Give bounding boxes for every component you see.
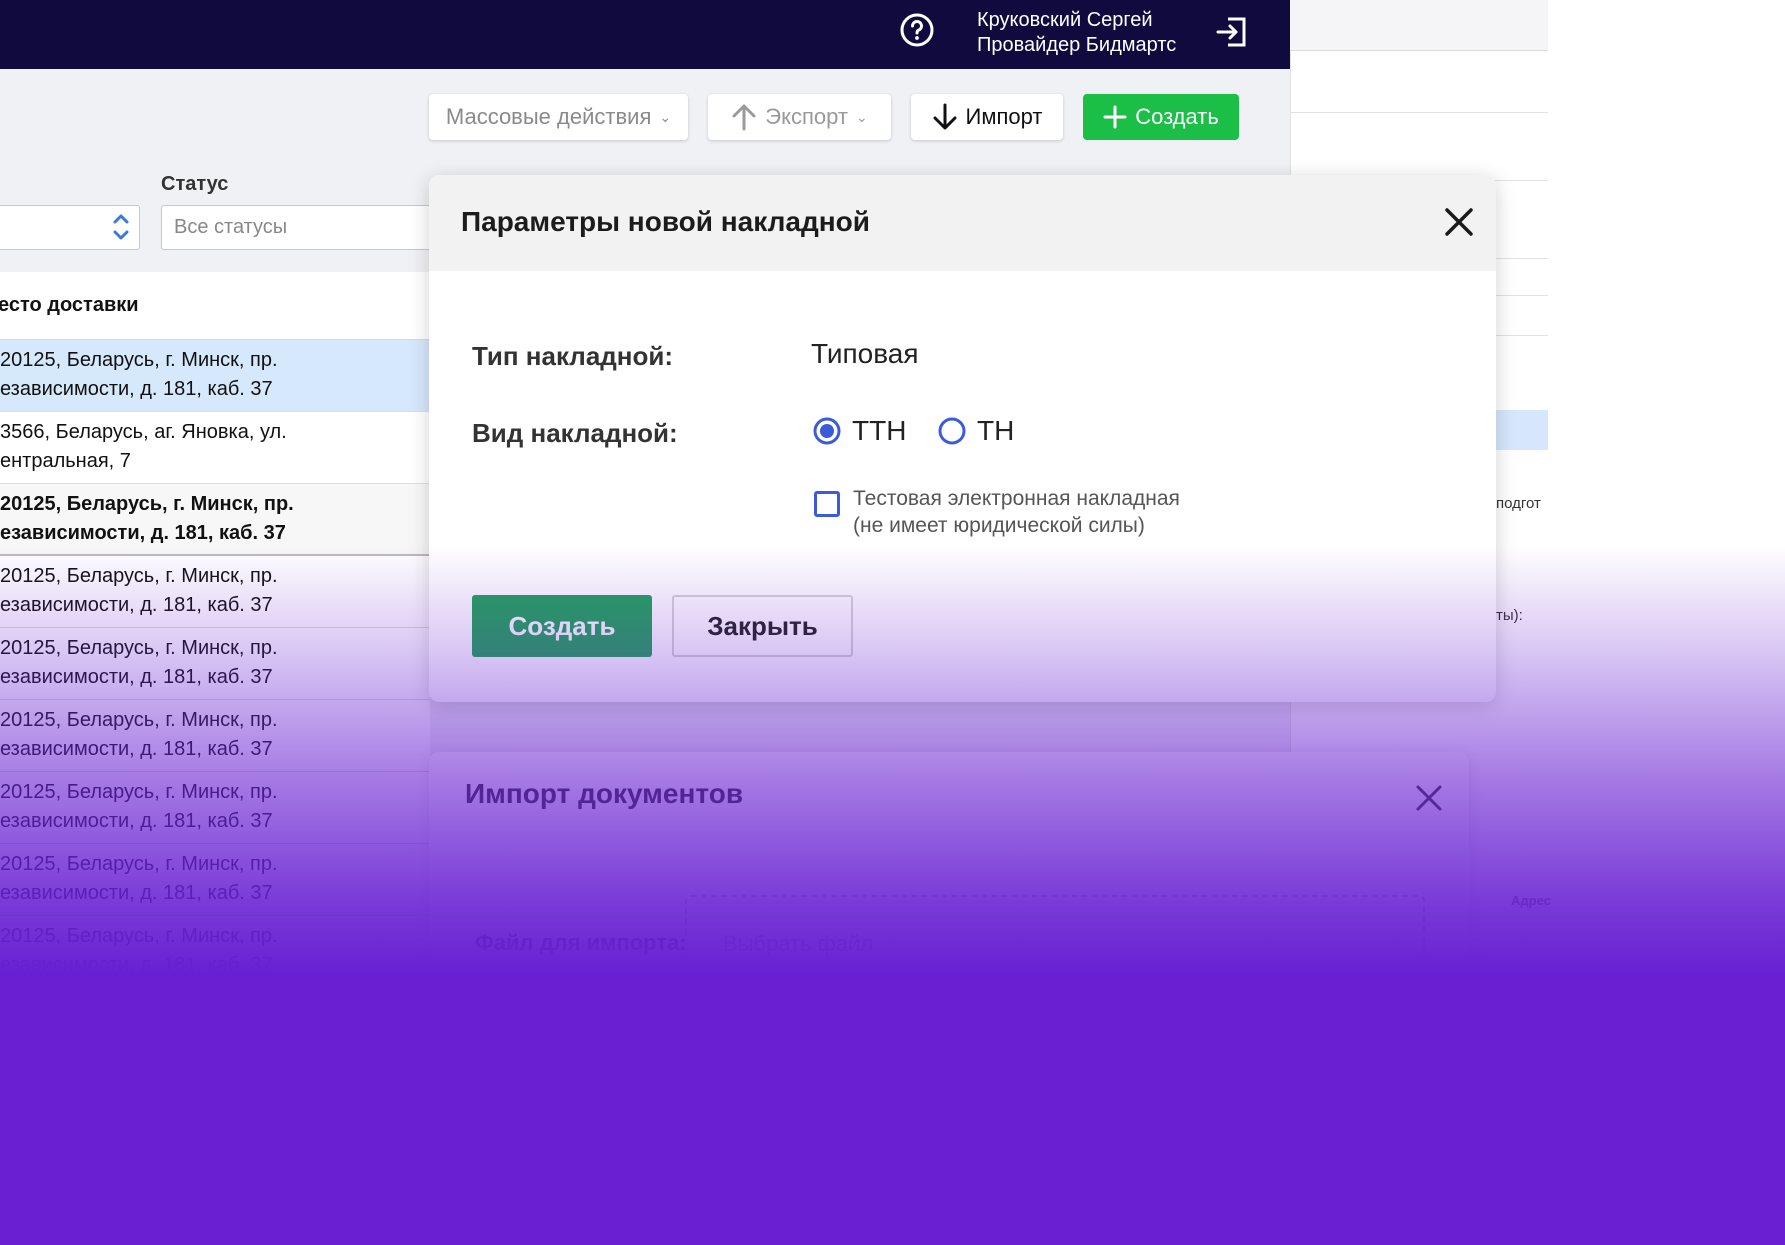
table-header: есто доставки	[0, 272, 430, 340]
divider	[1291, 112, 1549, 113]
cell-line: 20125, Беларусь, г. Минск, пр.	[0, 637, 278, 659]
export-button[interactable]: Экспорт ⌄	[708, 94, 891, 140]
plus-icon	[1103, 105, 1127, 129]
cell-line: езависимости, д. 181, каб. 37	[0, 738, 273, 760]
mass-actions-label: Массовые действия	[445, 104, 652, 129]
chevron-down-icon: ⌄	[659, 108, 672, 125]
cell-line: 3566, Беларусь, аг. Яновка, ул.	[0, 421, 287, 443]
file-placeholder: Выбрать файл	[723, 931, 874, 956]
cell-line: 20125, Беларусь, г. Минск, пр.	[0, 565, 278, 587]
table-row[interactable]: 3566, Беларусь, аг. Яновка, ул. ентральн…	[0, 412, 430, 484]
invoice-type-label: Тип накладной:	[472, 341, 674, 371]
file-dropzone[interactable]: Выбрать файл	[685, 895, 1425, 985]
top-bar: Круковский Сергей Провайдер Бидмартс	[0, 0, 1290, 69]
right-panel-header	[1290, 0, 1548, 51]
import-modal-title: Импорт документов	[465, 778, 744, 809]
status-filter-label: Статус	[161, 173, 229, 195]
file-label: Файл для импорта:	[475, 930, 687, 955]
import-button[interactable]: Импорт	[911, 94, 1063, 140]
status-filter-select[interactable]: Все статусы	[161, 205, 441, 250]
column-header-delivery: есто доставки	[0, 294, 139, 316]
right-panel-text: подгот	[1496, 495, 1541, 512]
close-icon[interactable]	[1442, 205, 1476, 239]
table-row[interactable]: 20125, Беларусь, г. Минск, пр. езависимо…	[0, 628, 430, 700]
create-label: Создать	[1135, 104, 1219, 129]
new-invoice-modal: Параметры новой накладной Тип накладной:…	[429, 175, 1496, 702]
screen: подгот ты): Адрес Круковский Сергей Пров…	[0, 0, 1785, 1245]
table-row[interactable]: 20125, Беларусь, г. Минск, пр. езависимо…	[0, 844, 430, 916]
right-panel-text: Адрес	[1511, 893, 1551, 908]
radio-ttn[interactable]	[813, 417, 841, 445]
help-icon[interactable]	[899, 12, 935, 48]
test-invoice-label[interactable]: Тестовая электронная накладная (не имеет…	[853, 485, 1180, 539]
modal-close-button[interactable]: Закрыть	[672, 595, 853, 657]
cell-line: ентральная, 7	[0, 450, 131, 472]
user-name[interactable]: Круковский Сергей	[977, 8, 1153, 32]
create-button[interactable]: Создать	[1083, 94, 1239, 140]
import-modal: Импорт документов Файл для импорта: Выбр…	[429, 752, 1469, 1082]
cell-line: езависимости, д. 181, каб. 37	[0, 954, 273, 976]
sort-updown-icon[interactable]	[107, 208, 135, 246]
table-row[interactable]: 20125, Беларусь, г. Минск, пр. езависимо…	[0, 772, 430, 844]
cell-line: езависимости, д. 181, каб. 37	[0, 378, 273, 400]
table-row[interactable]: 20125, Беларусь, г. Минск, пр. езависимо…	[0, 556, 430, 628]
cell-line: 20125, Беларусь, г. Минск, пр.	[0, 493, 294, 515]
modal-create-button[interactable]: Создать	[472, 595, 652, 657]
table-row[interactable]: 20125, Беларусь, г. Минск, пр. езависимо…	[0, 916, 430, 988]
right-panel-text: ты):	[1496, 607, 1523, 624]
test-invoice-label-line1: Тестовая электронная накладная	[853, 487, 1180, 510]
cell-line: езависимости, д. 181, каб. 37	[0, 666, 273, 688]
cell-line: езависимости, д. 181, каб. 37	[0, 882, 273, 904]
invoice-kind-label: Вид накладной:	[472, 418, 678, 448]
table-row[interactable]: 20125, Беларусь, г. Минск, пр. езависимо…	[0, 484, 430, 556]
chevron-down-icon: ⌄	[855, 108, 868, 125]
cell-line: 20125, Беларусь, г. Минск, пр.	[0, 781, 278, 803]
test-invoice-label-line2: (не имеет юридической силы)	[853, 514, 1145, 537]
blank-area	[1548, 0, 1785, 560]
cell-line: 20125, Беларусь, г. Минск, пр.	[0, 709, 278, 731]
radio-ttn-label[interactable]: ТТН	[852, 415, 906, 447]
cell-line: 20125, Беларусь, г. Минск, пр.	[0, 853, 278, 875]
cell-line: езависимости, д. 181, каб. 37	[0, 522, 286, 544]
cell-line: 20125, Беларусь, г. Минск, пр.	[0, 925, 278, 947]
invoice-type-value: Типовая	[811, 338, 919, 369]
table-row[interactable]: 20125, Беларусь, г. Минск, пр. езависимо…	[0, 340, 430, 412]
radio-tn[interactable]	[938, 417, 966, 445]
modal-header: Параметры новой накладной	[429, 175, 1496, 271]
close-icon[interactable]	[1413, 782, 1445, 814]
table-row[interactable]: 20125, Беларусь, г. Минск, пр. езависимо…	[0, 700, 430, 772]
radio-tn-label[interactable]: ТН	[977, 415, 1014, 447]
cell-line: езависимости, д. 181, каб. 37	[0, 594, 273, 616]
import-label: Импорт	[965, 104, 1043, 129]
logout-icon[interactable]	[1214, 14, 1250, 50]
mass-actions-button[interactable]: Массовые действия ⌄	[429, 94, 688, 140]
modal-title: Параметры новой накладной	[461, 206, 870, 237]
user-org[interactable]: Провайдер Бидмартс	[977, 33, 1176, 57]
arrow-down-icon	[933, 103, 957, 130]
arrow-up-icon	[732, 104, 756, 131]
test-invoice-checkbox[interactable]	[814, 491, 840, 517]
export-label: Экспорт	[765, 104, 848, 129]
cell-line: 20125, Беларусь, г. Минск, пр.	[0, 349, 278, 371]
invoices-table: есто доставки 20125, Беларусь, г. Минск,…	[0, 272, 430, 988]
cell-line: езависимости, д. 181, каб. 37	[0, 810, 273, 832]
